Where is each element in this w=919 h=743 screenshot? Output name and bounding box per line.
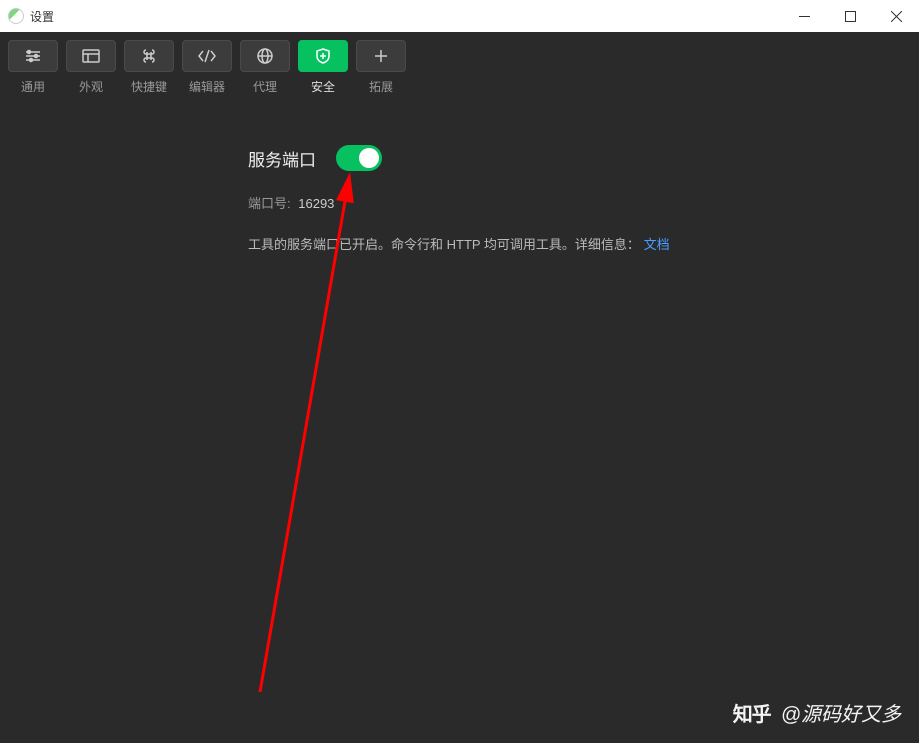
- app-icon: [8, 8, 24, 24]
- plus-icon: [373, 48, 389, 64]
- window-controls: [781, 0, 919, 32]
- tab-label: 拓展: [369, 78, 393, 95]
- layout-icon: [82, 49, 100, 63]
- globe-icon: [257, 48, 273, 64]
- main-panel: 通用 外观 快捷键 编辑器 代理 安全 拓展 服务端口: [0, 32, 919, 743]
- tab-proxy[interactable]: 代理: [240, 40, 290, 95]
- port-value: 16293: [298, 196, 334, 211]
- minimize-button[interactable]: [781, 0, 827, 32]
- tab-appearance[interactable]: 外观: [66, 40, 116, 95]
- tab-label: 编辑器: [189, 78, 225, 95]
- tab-extensions[interactable]: 拓展: [356, 40, 406, 95]
- tab-bar: 通用 外观 快捷键 编辑器 代理 安全 拓展: [8, 40, 911, 95]
- docs-link[interactable]: 文档: [644, 237, 670, 252]
- tab-security[interactable]: 安全: [298, 40, 348, 95]
- content-area: 服务端口 端口号: 16293 工具的服务端口已开启。命令行和 HTTP 均可调…: [8, 95, 911, 253]
- watermark: 知乎 @源码好又多: [733, 698, 901, 727]
- tab-label: 外观: [79, 78, 103, 95]
- titlebar: 设置: [0, 0, 919, 32]
- tab-general[interactable]: 通用: [8, 40, 58, 95]
- description-text: 工具的服务端口已开启。命令行和 HTTP 均可调用工具。详细信息：: [248, 237, 640, 252]
- tab-label: 安全: [311, 78, 335, 95]
- service-port-toggle[interactable]: [336, 145, 382, 171]
- port-label: 端口号:: [248, 196, 291, 211]
- close-button[interactable]: [873, 0, 919, 32]
- toggle-knob: [359, 148, 379, 168]
- watermark-brand: 知乎: [733, 698, 771, 727]
- tab-shortcuts[interactable]: 快捷键: [124, 40, 174, 95]
- code-icon: [197, 49, 217, 63]
- maximize-icon: [845, 11, 856, 22]
- close-icon: [891, 11, 902, 22]
- settings-sliders-icon: [24, 49, 42, 63]
- watermark-author: @源码好又多: [781, 698, 901, 727]
- port-number-row: 端口号: 16293: [248, 193, 911, 212]
- maximize-button[interactable]: [827, 0, 873, 32]
- command-icon: [141, 48, 157, 64]
- service-port-row: 服务端口: [248, 145, 911, 171]
- tab-label: 通用: [21, 78, 45, 95]
- minimize-icon: [799, 11, 810, 22]
- tab-label: 代理: [253, 78, 277, 95]
- service-port-label: 服务端口: [248, 146, 316, 171]
- tab-label: 快捷键: [131, 78, 167, 95]
- tab-editor[interactable]: 编辑器: [182, 40, 232, 95]
- description-row: 工具的服务端口已开启。命令行和 HTTP 均可调用工具。详细信息： 文档: [248, 234, 911, 253]
- window-title: 设置: [30, 8, 54, 25]
- shield-icon: [315, 48, 331, 64]
